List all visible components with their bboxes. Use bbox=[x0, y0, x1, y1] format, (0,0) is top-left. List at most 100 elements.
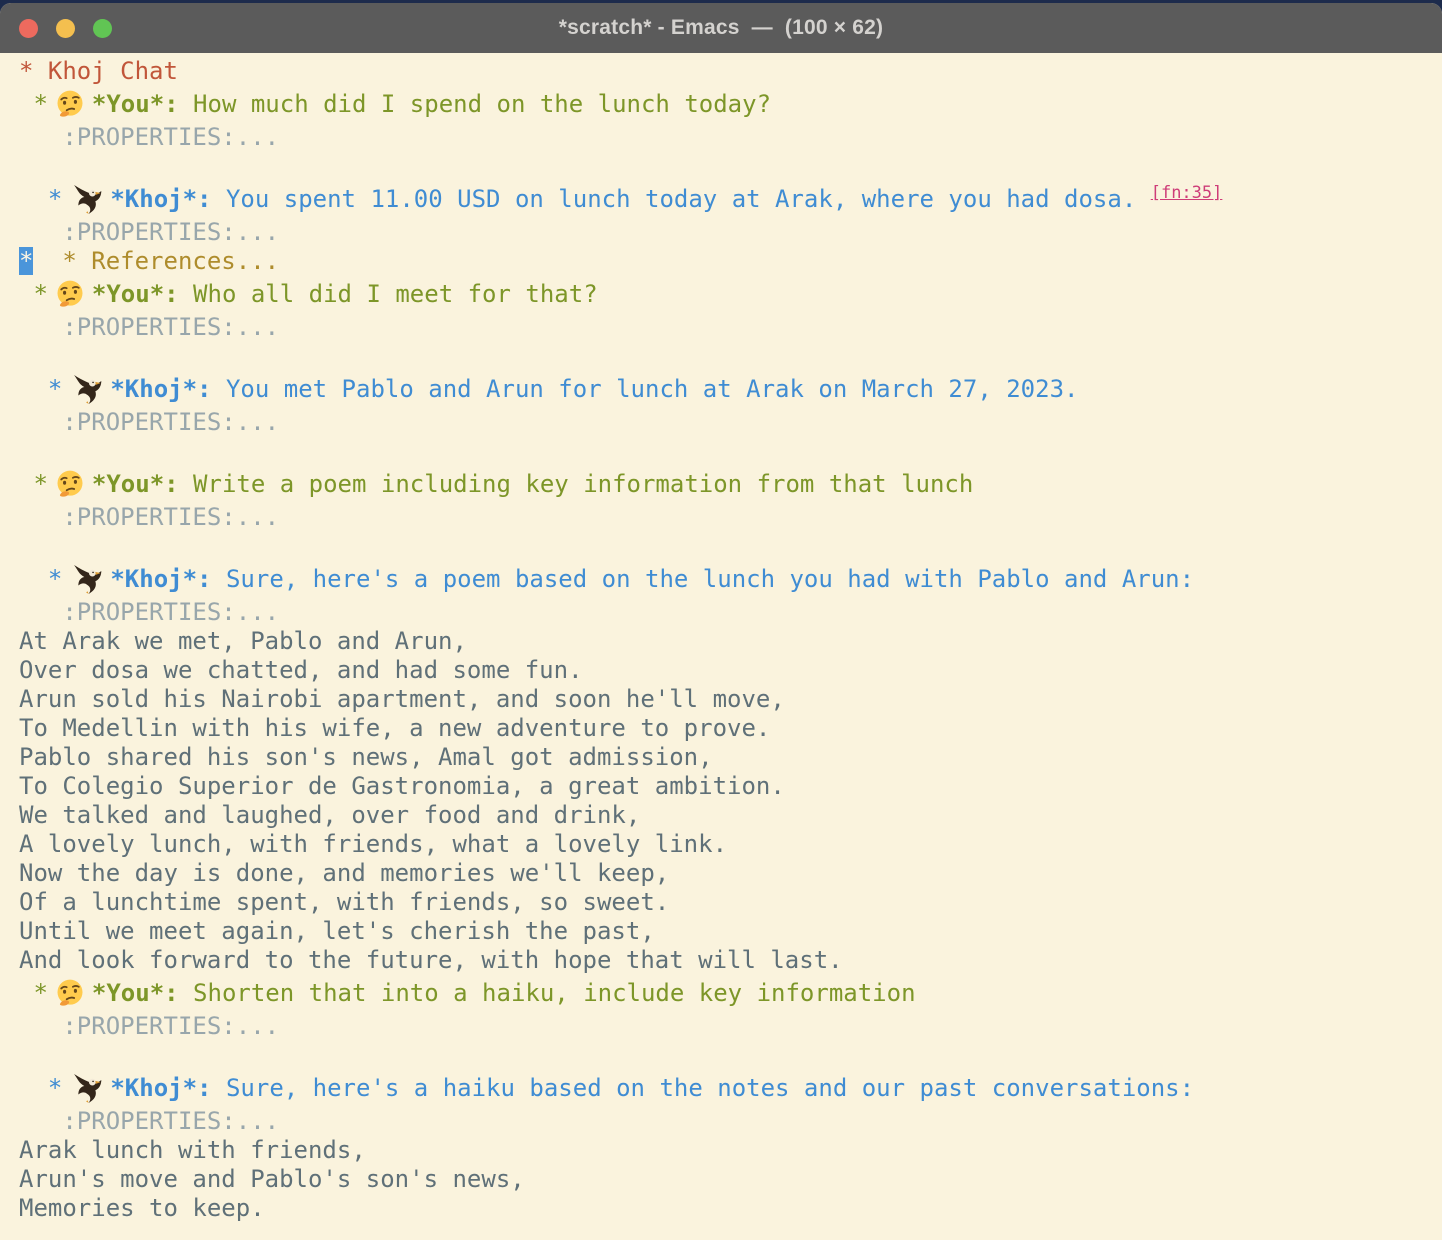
poem-line: Until we meet again, let's cherish the p… bbox=[19, 917, 1442, 946]
properties-drawer[interactable]: :PROPERTIES:... bbox=[19, 1012, 1442, 1041]
emacs-window: *scratch* - Emacs — (100 × 62) * Khoj Ch… bbox=[0, 3, 1442, 1240]
you-label: *You*: bbox=[92, 979, 179, 1007]
properties-drawer[interactable]: :PROPERTIES:... bbox=[19, 123, 1442, 152]
drawer-text: :PROPERTIES:... bbox=[19, 123, 279, 151]
khoj-label: *Khoj*: bbox=[110, 185, 211, 213]
eagle-icon bbox=[69, 375, 103, 404]
minimize-button[interactable] bbox=[56, 19, 75, 38]
haiku-text: Memories to keep. bbox=[19, 1194, 265, 1222]
chat-message-khoj-2: **Khoj*: You met Pablo and Arun for lunc… bbox=[19, 371, 1442, 408]
poem-text: At Arak we met, Pablo and Arun, bbox=[19, 627, 467, 655]
haiku-text: Arak lunch with friends, bbox=[19, 1136, 366, 1164]
message-text: You met Pablo and Arun for lunch at Arak… bbox=[212, 375, 1079, 403]
drawer-text: :PROPERTIES:... bbox=[19, 408, 279, 436]
haiku-line: Memories to keep. bbox=[19, 1194, 1442, 1223]
poem-text: And look forward to the future, with hop… bbox=[19, 946, 843, 974]
khoj-label: *Khoj*: bbox=[110, 565, 211, 593]
thinking-face-icon bbox=[55, 978, 85, 1008]
poem-line: At Arak we met, Pablo and Arun, bbox=[19, 627, 1442, 656]
poem-line: Now the day is done, and memories we'll … bbox=[19, 859, 1442, 888]
properties-drawer[interactable]: :PROPERTIES:... bbox=[19, 218, 1442, 247]
poem-line: Over dosa we chatted, and had some fun. bbox=[19, 656, 1442, 685]
poem-line: And look forward to the future, with hop… bbox=[19, 946, 1442, 975]
poem-line: We talked and laughed, over food and dri… bbox=[19, 801, 1442, 830]
drawer-text: :PROPERTIES:... bbox=[19, 1107, 279, 1135]
window-title: *scratch* - Emacs — (100 × 62) bbox=[559, 16, 884, 40]
chat-message-you-3: * *You*: Write a poem including key infor… bbox=[19, 466, 1442, 503]
poem-text: Of a lunchtime spent, with friends, so s… bbox=[19, 888, 669, 916]
drawer-text: :PROPERTIES:... bbox=[19, 218, 279, 246]
heading-star: * bbox=[19, 185, 62, 213]
poem-text: A lovely lunch, with friends, what a lov… bbox=[19, 830, 727, 858]
drawer-text: :PROPERTIES:... bbox=[19, 503, 279, 531]
close-button[interactable] bbox=[19, 19, 38, 38]
chat-message-khoj-1: * *Khoj*: You spent 11.00 USD on lunch to… bbox=[19, 181, 1442, 218]
chat-message-khoj-4: * *Khoj*: Sure, here's a haiku based on t… bbox=[19, 1070, 1442, 1107]
window-titlebar[interactable]: *scratch* - Emacs — (100 × 62) bbox=[0, 3, 1442, 53]
properties-drawer[interactable]: :PROPERTIES:... bbox=[19, 503, 1442, 532]
haiku-text: Arun's move and Pablo's son's news, bbox=[19, 1165, 525, 1193]
text-cursor: * bbox=[19, 247, 33, 275]
message-text: You spent 11.00 USD on lunch today at Ar… bbox=[212, 185, 1151, 213]
poem-line: Pablo shared his son's news, Amal got ad… bbox=[19, 743, 1442, 772]
heading-star: * bbox=[19, 979, 48, 1007]
footnote-link[interactable]: [fn:35] bbox=[1151, 183, 1223, 203]
org-heading-khoj-chat[interactable]: * Khoj Chat bbox=[19, 57, 1442, 86]
traffic-lights bbox=[19, 3, 112, 53]
chat-message-you-1: **You*: How much did I spend on the lunc… bbox=[19, 86, 1442, 123]
desktop-background: *scratch* - Emacs — (100 × 62) * Khoj Ch… bbox=[0, 0, 1442, 1240]
thinking-face-icon bbox=[55, 89, 85, 119]
poem-text: To Colegio Superior de Gastronomia, a gr… bbox=[19, 772, 785, 800]
heading-star: * bbox=[19, 1074, 62, 1102]
heading-star: * bbox=[19, 90, 48, 118]
haiku-line: Arak lunch with friends, bbox=[19, 1136, 1442, 1165]
haiku-line: Arun's move and Pablo's son's news, bbox=[19, 1165, 1442, 1194]
poem-line: Arun sold his Nairobi apartment, and soo… bbox=[19, 685, 1442, 714]
poem-line: Of a lunchtime spent, with friends, so s… bbox=[19, 888, 1442, 917]
poem-line: To Medellin with his wife, a new adventu… bbox=[19, 714, 1442, 743]
heading-star: * bbox=[19, 565, 62, 593]
references-text: * References... bbox=[33, 247, 279, 275]
you-label: *You*: bbox=[92, 280, 179, 308]
eagle-icon bbox=[69, 185, 103, 214]
message-text: Shorten that into a haiku, include key i… bbox=[179, 979, 916, 1007]
chat-message-you-2: * *You*: Who all did I meet for that? bbox=[19, 276, 1442, 313]
thinking-face-icon bbox=[55, 279, 85, 309]
drawer-text: :PROPERTIES:... bbox=[19, 1012, 279, 1040]
poem-text: Until we meet again, let's cherish the p… bbox=[19, 917, 655, 945]
blank-line bbox=[19, 152, 1442, 181]
poem-line: To Colegio Superior de Gastronomia, a gr… bbox=[19, 772, 1442, 801]
eagle-icon bbox=[69, 1074, 103, 1103]
zoom-button[interactable] bbox=[93, 19, 112, 38]
properties-drawer[interactable]: :PROPERTIES:... bbox=[19, 408, 1442, 437]
heading-star: * bbox=[19, 280, 48, 308]
properties-drawer[interactable]: :PROPERTIES:... bbox=[19, 313, 1442, 342]
emacs-buffer[interactable]: * Khoj Chat **You*: How much did I spend… bbox=[0, 53, 1442, 1223]
properties-drawer[interactable]: :PROPERTIES:... bbox=[19, 598, 1442, 627]
poem-text: We talked and laughed, over food and dri… bbox=[19, 801, 640, 829]
poem-text: To Medellin with his wife, a new adventu… bbox=[19, 714, 770, 742]
khoj-label: *Khoj*: bbox=[110, 1074, 211, 1102]
properties-drawer[interactable]: :PROPERTIES:... bbox=[19, 1107, 1442, 1136]
poem-text: Arun sold his Nairobi apartment, and soo… bbox=[19, 685, 785, 713]
message-text: Who all did I meet for that? bbox=[179, 280, 598, 308]
poem-text: Pablo shared his son's news, Amal got ad… bbox=[19, 743, 713, 771]
blank-line bbox=[19, 342, 1442, 371]
poem-text: Now the day is done, and memories we'll … bbox=[19, 859, 669, 887]
thinking-face-icon bbox=[55, 469, 85, 499]
message-text: Sure, here's a haiku based on the notes … bbox=[212, 1074, 1195, 1102]
you-label: *You*: bbox=[92, 470, 179, 498]
message-text: Sure, here's a poem based on the lunch y… bbox=[212, 565, 1195, 593]
blank-line bbox=[19, 1041, 1442, 1070]
references-heading[interactable]: * * References... bbox=[19, 247, 1442, 276]
message-text: How much did I spend on the lunch today? bbox=[179, 90, 771, 118]
message-text: Write a poem including key information f… bbox=[179, 470, 974, 498]
chat-message-you-4: * *You*: Shorten that into a haiku, inclu… bbox=[19, 975, 1442, 1012]
khoj-label: *Khoj*: bbox=[110, 375, 211, 403]
eagle-icon bbox=[69, 565, 103, 594]
blank-line bbox=[19, 532, 1442, 561]
chat-message-khoj-3: * *Khoj*: Sure, here's a poem based on th… bbox=[19, 561, 1442, 598]
poem-text: Over dosa we chatted, and had some fun. bbox=[19, 656, 583, 684]
heading-text: * Khoj Chat bbox=[19, 57, 178, 85]
heading-star: * bbox=[19, 470, 48, 498]
